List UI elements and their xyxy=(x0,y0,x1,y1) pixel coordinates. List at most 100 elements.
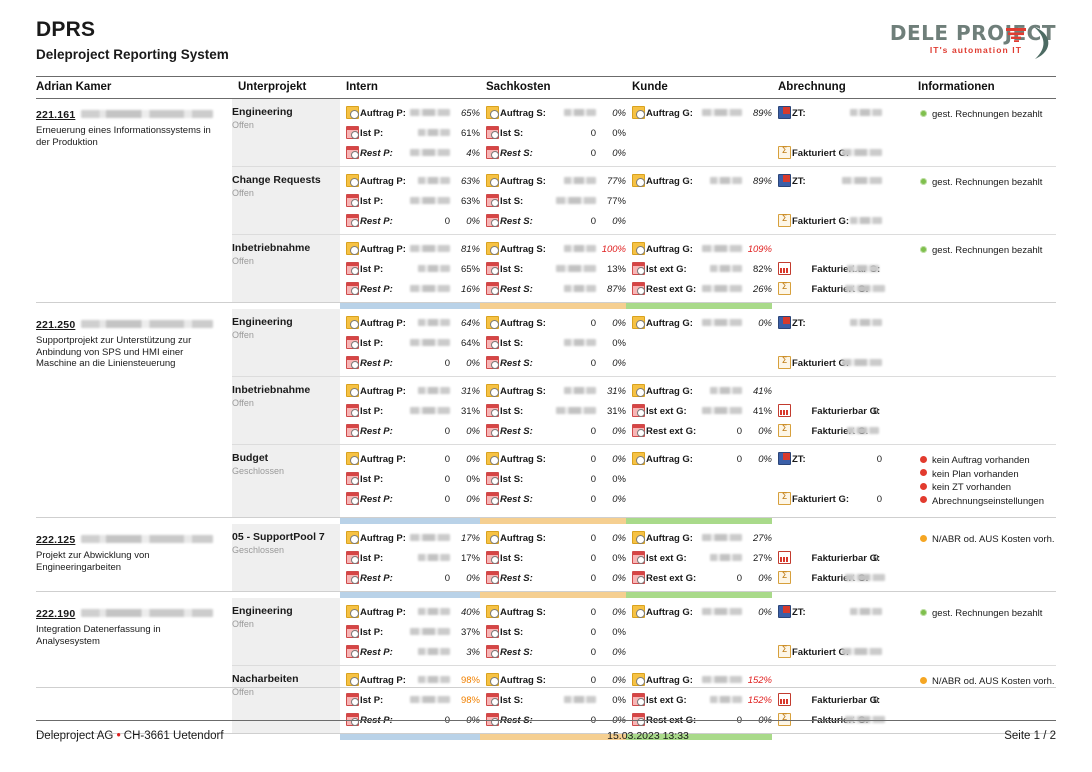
status-dot-green-icon xyxy=(920,109,927,117)
metric-percent: 17% xyxy=(460,552,480,564)
metric-value xyxy=(696,259,742,279)
metric-row: Ist S: 0 0% xyxy=(486,469,626,489)
redacted-value xyxy=(564,339,596,347)
footer-separator: • xyxy=(116,730,121,742)
calendar-icon xyxy=(346,261,359,275)
metric-value xyxy=(404,333,450,353)
metric-number: 0 xyxy=(590,606,596,618)
metric-row: Ist P: 98% xyxy=(346,690,480,710)
metric-label: Ist P: xyxy=(360,626,384,638)
table-row[interactable]: 221.161 Erneuerung eines Informationssyst… xyxy=(36,98,1056,167)
kunde-cell: Auftrag G: 89% xyxy=(626,98,772,167)
metric-label: Auftrag P: xyxy=(360,453,406,465)
info-text: gest. Rechnungen bezahlt xyxy=(932,245,1043,256)
metric-value: 0 xyxy=(550,211,596,231)
metric-icon-cell xyxy=(486,211,500,231)
redacted-value xyxy=(850,109,882,117)
info-text: gest. Rechnungen bezahlt xyxy=(932,177,1043,188)
project-number[interactable]: 222.190 xyxy=(36,608,75,620)
clock-icon xyxy=(346,672,359,686)
metric-label: Auftrag G: xyxy=(646,606,693,618)
subproject-state: Offen xyxy=(232,330,254,340)
metric-label: Fakturierbar G: xyxy=(811,552,881,564)
project-number[interactable]: 221.161 xyxy=(36,109,75,121)
metric-value: 0 xyxy=(550,353,596,373)
metric-icon-cell: Σ xyxy=(778,489,792,509)
metric-value xyxy=(550,191,596,211)
subproject-cell[interactable]: Budget Geschlossen xyxy=(232,444,340,518)
subproject-cell[interactable]: 05 - SupportPool 7 Geschlossen xyxy=(232,524,340,592)
project-cell[interactable]: 222.190 Integration Datenerfassung in Ana… xyxy=(36,598,232,734)
subproject-state: Offen xyxy=(232,120,254,130)
table-row[interactable]: 222.190 Integration Datenerfassung in Ana… xyxy=(36,598,1056,666)
subproject-name: Inbetriebnahme xyxy=(232,384,311,396)
metric-row: Rest S: 0 0% xyxy=(486,353,626,373)
table-row[interactable]: 221.250 Supportprojekt zur Unterstützung … xyxy=(36,309,1056,377)
calendar-icon xyxy=(346,423,359,437)
metric-percent: 0% xyxy=(612,107,626,119)
calendar-icon xyxy=(486,261,499,275)
metric-number: 0 xyxy=(590,425,596,437)
metric-value xyxy=(404,259,450,279)
calendar-icon xyxy=(346,403,359,417)
metric-icon-cell xyxy=(346,211,360,231)
abrechnung-cell: Fakturierbar G: 0 Σ Fakturiert G: xyxy=(772,524,912,592)
metric-icon-cell xyxy=(486,279,500,299)
status-dot-green-icon xyxy=(920,245,927,253)
subproject-cell[interactable]: Engineering Offen xyxy=(232,309,340,377)
metric-group-kunde: Auftrag G: 109% Ist ext G: 82% Rest ext G: 26… xyxy=(632,239,772,299)
table-row[interactable]: 222.125 Projekt zur Abwicklung von Engine… xyxy=(36,524,1056,592)
metric-percent: 100% xyxy=(601,243,626,255)
clock-icon xyxy=(632,105,645,119)
redacted-value xyxy=(410,628,450,636)
subproject-cell[interactable]: Engineering Offen xyxy=(232,98,340,167)
subproject-cell[interactable]: Inbetriebnahme Offen xyxy=(232,234,340,303)
status-dot-red-icon xyxy=(920,469,927,477)
metric-label: Rest ext G: xyxy=(646,425,697,437)
metric-percent: 0% xyxy=(612,425,626,437)
redacted-value xyxy=(850,608,882,616)
subproject-cell[interactable]: Inbetriebnahme Offen xyxy=(232,376,340,445)
project-cell[interactable]: 222.125 Projekt zur Abwicklung von Engine… xyxy=(36,524,232,592)
redacted-value xyxy=(702,245,742,253)
sachkosten-cell: Auftrag S: 0 0% Ist S: 0 0% Rest S: 0 0% xyxy=(480,445,626,518)
subproject-cell[interactable]: Engineering Offen xyxy=(232,598,340,666)
metric-value xyxy=(836,103,882,123)
subproject-cell[interactable]: Change Requests Offen xyxy=(232,166,340,235)
metric-percent: 0% xyxy=(612,337,626,349)
calendar-icon xyxy=(486,550,499,564)
project-number[interactable]: 222.125 xyxy=(36,534,75,546)
metric-label: ZT: xyxy=(792,453,806,465)
metric-percent: 3% xyxy=(466,646,480,658)
metric-icon-cell xyxy=(346,171,360,191)
metric-label: Fakturierbar G: xyxy=(811,694,881,706)
calendar-icon xyxy=(346,145,359,159)
metric-value xyxy=(845,568,885,588)
information-cell xyxy=(916,381,1056,392)
calendar-icon xyxy=(486,355,499,369)
metric-group-kunde: Auftrag G: 41% Ist ext G: 41% Rest ext G: 0 0% xyxy=(632,381,772,441)
calendar-icon xyxy=(486,213,499,227)
metric-number: 0 xyxy=(444,473,450,485)
metric-percent: 98% xyxy=(460,694,480,706)
project-number[interactable]: 221.250 xyxy=(36,319,75,331)
subproject-name: Nacharbeiten xyxy=(232,673,299,685)
project-cell[interactable]: 221.250 Supportprojekt zur Unterstützung … xyxy=(36,309,232,518)
metric-value: 0 xyxy=(550,313,596,333)
subproject-name: 05 - SupportPool 7 xyxy=(232,531,325,543)
metric-value xyxy=(404,123,450,143)
metric-label: Auftrag P: xyxy=(360,532,406,544)
metric-icon-cell xyxy=(346,489,360,509)
metric-row: Auftrag G: 0% xyxy=(632,313,772,333)
metric-label: Fakturiert G: xyxy=(792,147,850,159)
project-cell[interactable]: 221.161 Erneuerung eines Informationssyst… xyxy=(36,99,232,303)
metric-label: Auftrag G: xyxy=(646,175,693,187)
intern-cell: Auftrag P: 31% Ist P: 31% Rest P: 0 0% xyxy=(340,376,480,445)
metric-group-sachkosten: Auftrag S: 100% Ist S: 13% Rest S: 87% xyxy=(486,239,626,299)
info-text: kein ZT vorhanden xyxy=(932,482,1012,493)
column-header-sachkosten: Sachkosten xyxy=(486,81,551,93)
metric-icon-cell xyxy=(632,602,646,622)
redacted-value xyxy=(710,387,742,395)
metric-percent: 0% xyxy=(466,215,480,227)
metric-value xyxy=(404,381,450,401)
